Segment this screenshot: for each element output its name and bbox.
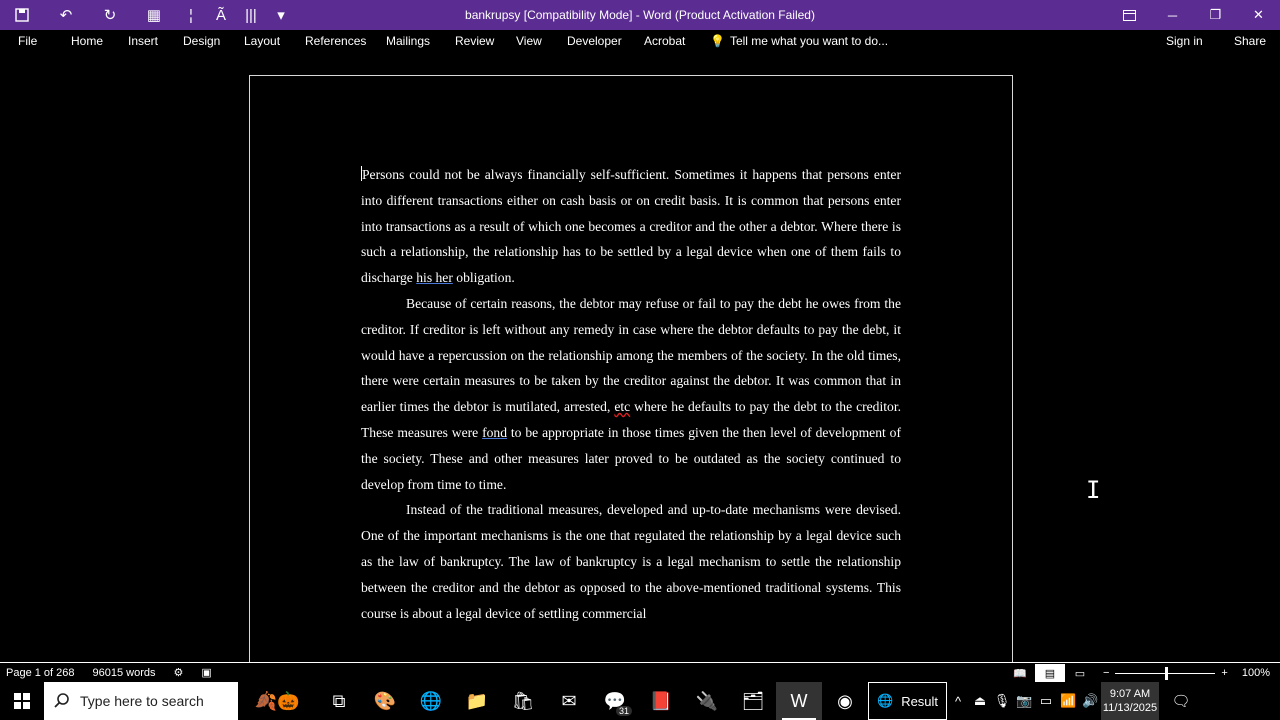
clock-date: 11/13/2025	[1102, 702, 1158, 714]
volume-icon[interactable]: 🔊	[1079, 682, 1101, 720]
messenger-badge: 31	[615, 706, 632, 716]
camera-icon[interactable]: 📷	[1013, 682, 1035, 720]
paint-icon[interactable]: 🎨	[362, 682, 408, 720]
word-icon[interactable]: W	[776, 682, 822, 720]
read-mode-icon[interactable]: 📖	[1005, 664, 1035, 683]
tab-mailings[interactable]: Mailings	[386, 34, 430, 48]
wifi-icon[interactable]: 📶	[1057, 682, 1079, 720]
windows-start-icon[interactable]	[0, 682, 44, 720]
system-tray: ^ ⏏ 🎙 📷 ▭ 📶 🔊	[947, 682, 1101, 720]
messenger-icon[interactable]: 💬 31	[592, 682, 638, 720]
search-placeholder: Type here to search	[80, 693, 204, 709]
search-icon	[54, 693, 69, 708]
document-page[interactable]: Persons could not be always financially …	[249, 75, 1013, 662]
paragraph-2[interactable]: Because of certain reasons, the debtor m…	[361, 291, 901, 497]
web-layout-icon[interactable]: ▭	[1065, 664, 1095, 683]
tab-file[interactable]: File	[18, 34, 37, 48]
ibeam-cursor-icon: I	[1086, 476, 1101, 504]
zoom-slider-thumb[interactable]	[1165, 666, 1169, 680]
tab-layout[interactable]: Layout	[244, 34, 280, 48]
paragraph-1[interactable]: Persons could not be always financially …	[361, 162, 901, 291]
store-icon[interactable]: 🛍	[500, 682, 546, 720]
usb-tray-icon[interactable]: ⏏	[969, 682, 991, 720]
battery-icon[interactable]: ▭	[1035, 682, 1057, 720]
zoom-in-icon[interactable]: +	[1221, 667, 1227, 679]
ribbon-tabs: File Home Insert Design Layout Reference…	[0, 30, 1280, 54]
clock[interactable]: 9:07 AM 11/13/2025	[1101, 682, 1160, 720]
customize-icon[interactable]: ▾	[266, 0, 296, 30]
folder-icon[interactable]: 🗂	[730, 682, 776, 720]
print-layout-icon[interactable]: ▤	[1034, 663, 1065, 683]
minimize-icon[interactable]: ─	[1151, 0, 1194, 30]
undo-icon[interactable]: ↶	[44, 0, 88, 30]
tab-home[interactable]: Home	[71, 34, 103, 48]
word-count[interactable]: 96015 words	[93, 667, 156, 679]
tab-view[interactable]: View	[516, 34, 542, 48]
clock-time: 9:07 AM	[1109, 688, 1151, 700]
separator-icon: ¦	[189, 6, 193, 24]
sign-in-link[interactable]: Sign in	[1166, 34, 1203, 48]
document-body[interactable]: Persons could not be always financially …	[361, 162, 901, 626]
file-explorer-icon[interactable]: 📁	[454, 682, 500, 720]
macro-record-icon[interactable]: ▣	[201, 666, 211, 679]
tab-acrobat[interactable]: Acrobat	[644, 34, 685, 48]
format-painter-icon[interactable]: ▦	[132, 0, 176, 30]
outlook-icon[interactable]: ✉	[546, 682, 592, 720]
title-bar: ↶ ↻ ▦ ¦ Ã ||| ▾ bankrupsy [Compatibility…	[0, 0, 1280, 30]
close-icon[interactable]: ✕	[1237, 0, 1280, 30]
tab-design[interactable]: Design	[183, 34, 220, 48]
usb-icon[interactable]: 🔌	[684, 682, 730, 720]
globe-icon: 🌐	[877, 693, 894, 708]
page-count[interactable]: Page 1 of 268	[6, 667, 75, 679]
spelling-flag[interactable]: etc	[614, 399, 630, 414]
taskbar: Type here to search 🍂🎃 ⧉ 🎨 🌐 📁 🛍 ✉ 💬 31 📕…	[0, 682, 1280, 720]
edge-icon[interactable]: 🌐	[408, 682, 454, 720]
save-icon[interactable]	[0, 0, 44, 30]
tab-references[interactable]: References	[305, 34, 366, 48]
proofing-icon[interactable]: ⚙	[174, 666, 184, 679]
chrome-icon[interactable]: ◉	[822, 682, 868, 720]
redo-icon[interactable]: ↻	[88, 0, 132, 30]
acrobat-icon[interactable]: 📕	[638, 682, 684, 720]
spelling-icon[interactable]: Ã	[206, 0, 236, 30]
result-label: Result	[901, 693, 939, 709]
status-bar: Page 1 of 268 96015 words ⚙ ▣ 📖 ▤ ▭ − + …	[0, 662, 1280, 683]
columns-icon[interactable]: |||	[236, 0, 266, 30]
task-view-icon[interactable]: ⧉	[316, 682, 362, 720]
ribbon-display-icon[interactable]	[1108, 0, 1151, 30]
notification-icon[interactable]: 🗨	[1159, 682, 1203, 720]
zoom-level[interactable]: 100%	[1242, 667, 1270, 679]
tell-me-text: Tell me what you want to do...	[729, 34, 889, 48]
paragraph-3[interactable]: Instead of the traditional measures, dev…	[361, 497, 901, 626]
share-button[interactable]: Share	[1234, 34, 1266, 48]
tab-developer[interactable]: Developer	[567, 34, 622, 48]
tab-review[interactable]: Review	[455, 34, 494, 48]
grammar-flag[interactable]: his her	[416, 270, 453, 285]
zoom-slider[interactable]	[1115, 666, 1216, 680]
taskbar-search[interactable]: Type here to search	[44, 682, 238, 720]
autumn-widget-icon[interactable]: 🍂🎃	[238, 682, 316, 720]
grammar-flag[interactable]: fond	[482, 425, 507, 440]
restore-icon[interactable]: ❐	[1194, 0, 1237, 30]
result-button[interactable]: 🌐 Result	[868, 682, 948, 720]
tab-insert[interactable]: Insert	[128, 34, 158, 48]
microphone-icon[interactable]: 🎙	[991, 682, 1013, 720]
chevron-up-icon[interactable]: ^	[947, 682, 969, 720]
lightbulb-icon: 💡	[710, 34, 725, 48]
zoom-out-icon[interactable]: −	[1103, 667, 1109, 679]
tell-me-box[interactable]: 💡 Tell me what you want to do...	[710, 34, 888, 48]
document-canvas[interactable]: Persons could not be always financially …	[0, 54, 1280, 662]
